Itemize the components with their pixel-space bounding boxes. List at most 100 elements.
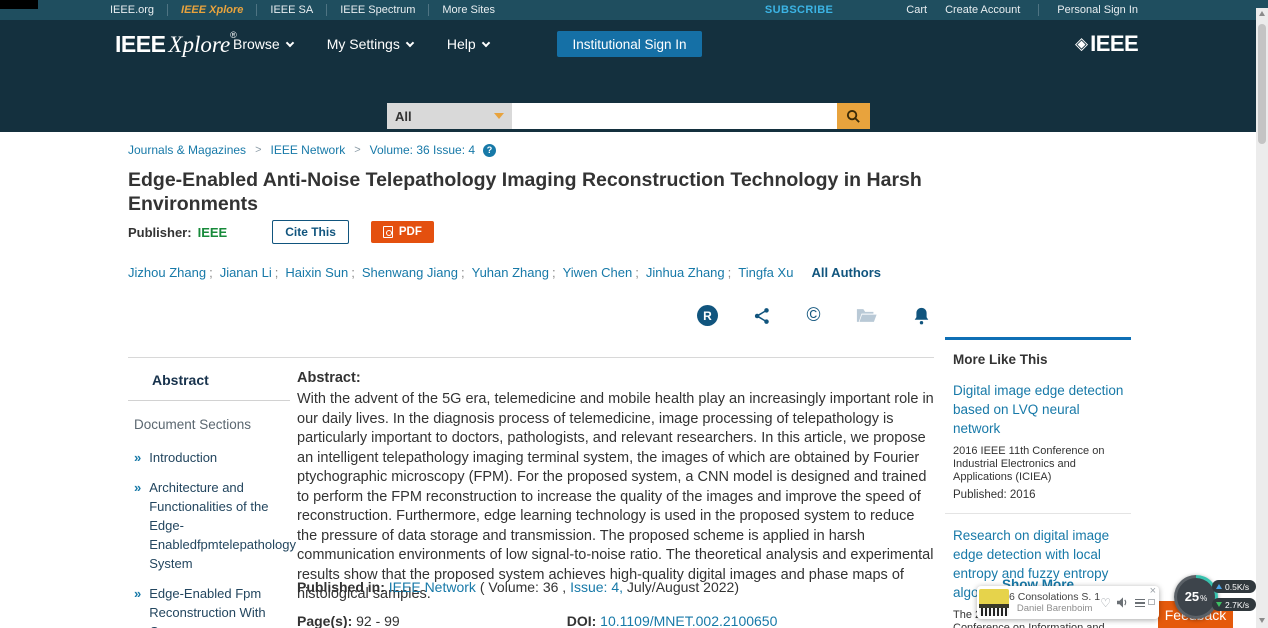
published-in-label: Published in: [297,579,385,595]
cite-this-button[interactable]: Cite This [272,220,349,244]
nav-browse-label: Browse [233,36,280,52]
advanced-search-link[interactable]: ADVANCED SEARCH [660,135,870,146]
publisher-name[interactable]: IEEE [198,225,228,240]
scroll-up-arrow-icon[interactable] [1259,11,1265,16]
header-nav: Browse My Settings Help [233,36,489,52]
playlist-icon[interactable] [1135,599,1145,607]
breadcrumb-ieee-network[interactable]: IEEE Network [271,143,346,157]
topbar-link-ieee-org[interactable]: IEEE.org [97,4,167,16]
article-metrics-row: Page(s): 92 - 99 DOI: 10.1109/MNET.002.2… [297,613,937,628]
author-link[interactable]: Jianan Li [220,265,272,280]
search-bar: All [387,103,870,129]
doi-link[interactable]: 10.1109/MNET.002.2100650 [600,613,777,628]
author-link[interactable]: Jizhou Zhang [128,265,206,280]
author-link[interactable]: Jinhua Zhang [646,265,725,280]
author-link[interactable]: Haixin Sun [285,265,348,280]
author-link[interactable]: Yiwen Chen [563,265,633,280]
page-title: Edge-Enabled Anti-Noise Telepathology Im… [128,168,928,216]
author-link[interactable]: Tingfa Xu [738,265,793,280]
section-link-fpm-reconstruction[interactable]: » Edge-Enabled Fpm Reconstruction With C… [134,584,290,628]
date-text: July/August 2022) [627,579,739,595]
topbar-link-more-sites[interactable]: More Sites [428,4,508,16]
author-link[interactable]: Shenwang Jiang [362,265,458,280]
cart-link[interactable]: Cart [906,4,927,16]
upload-arrow-icon [1216,584,1222,589]
topbar-link-ieee-xplore[interactable]: IEEE Xplore [167,4,256,16]
more-like-this-title: More Like This [953,352,1131,367]
topbar-link-ieee-spectrum[interactable]: IEEE Spectrum [326,4,428,16]
mini-player-icon[interactable] [1148,599,1155,605]
folder-icon[interactable] [856,307,878,324]
ieee-xplore-page: IEEE.org IEEE Xplore IEEE SA IEEE Spectr… [0,0,1268,628]
media-player-overlay[interactable]: 6 Consolations S. 1/2 Daniel Barenboim ♡… [977,586,1159,619]
document-action-icons: R © [697,305,930,326]
pages-label: Page(s): [297,613,352,628]
institutional-sign-in-button[interactable]: Institutional Sign In [557,31,702,57]
issue-link[interactable]: Issue: 4, [570,579,623,595]
breadcrumb: Journals & Magazines > IEEE Network > Vo… [128,143,496,157]
net-speed-circle-widget[interactable]: 25 % [1174,575,1218,619]
related-article-link[interactable]: Digital image edge detection based on LV… [953,381,1125,438]
search-input[interactable] [512,103,837,129]
section-link-architecture[interactable]: » Architecture and Functionalities of th… [134,478,290,573]
share-icon[interactable] [753,307,771,325]
subscribe-link[interactable]: SUBSCRIBE [765,4,833,16]
help-question-icon[interactable]: ? [483,144,496,157]
search-scope-dropdown[interactable]: All [387,103,512,129]
ieee-xplore-logo[interactable]: IEEEXplore® [115,30,237,58]
content-divider [128,357,934,358]
close-icon[interactable]: × [1150,586,1156,597]
nav-browse[interactable]: Browse [233,36,293,52]
all-authors-link[interactable]: All Authors [811,265,881,280]
author-separator: ; [461,265,465,280]
copyright-icon[interactable]: © [807,306,821,326]
topbar-account-links: SUBSCRIBE Cart Create Account Personal S… [765,4,1138,16]
topbar-site-links: IEEE.org IEEE Xplore IEEE SA IEEE Spectr… [97,4,508,16]
scroll-down-arrow-icon[interactable] [1259,618,1265,623]
logo-ieee-text: IEEE [115,31,165,57]
net-percent-symbol: % [1200,594,1207,603]
tab-abstract[interactable]: Abstract [128,368,290,401]
net-percent-value: 25 [1185,589,1199,604]
vertical-scrollbar[interactable] [1256,8,1268,628]
author-separator: ; [351,265,355,280]
upload-speed-value: 0.5K/s [1225,582,1249,592]
main-header: IEEEXplore® Browse My Settings Help Inst… [0,20,1268,132]
scrollbar-thumb[interactable] [1258,24,1266,144]
published-in-line: Published in: IEEE Network ( Volume: 36 … [297,579,739,595]
chevron-down-icon [481,38,489,46]
upload-speed-badge: 0.5K/s [1212,580,1256,593]
double-chevron-icon: » [134,584,141,628]
nav-help[interactable]: Help [447,36,489,52]
alerts-bell-icon[interactable] [913,306,930,325]
download-speed-value: 2.7K/s [1225,600,1249,610]
author-link[interactable]: Yuhan Zhang [472,265,549,280]
dropdown-arrow-icon [494,113,504,119]
section-link-introduction[interactable]: » Introduction [134,448,290,467]
ieee-brand-logo[interactable]: ◈ IEEE [1075,31,1138,57]
nav-my-settings[interactable]: My Settings [327,36,413,52]
journal-link[interactable]: IEEE Network [389,579,476,595]
breadcrumb-separator: > [354,144,360,156]
rights-icon[interactable]: R [697,305,718,326]
search-button[interactable] [837,103,870,129]
doi-label: DOI: [567,613,597,628]
topbar-divider [1038,4,1039,16]
section-label: Introduction [149,448,217,467]
double-chevron-icon: » [134,478,141,573]
corner-artifact [0,0,38,9]
volume-text: ( Volume: 36 , [480,579,566,595]
media-track-title: 6 Consolations S. 1/2 [1009,591,1100,603]
favorite-heart-icon[interactable]: ♡ [1100,596,1111,610]
pdf-button[interactable]: PDF [371,221,434,243]
breadcrumb-journals[interactable]: Journals & Magazines [128,143,246,157]
top-utility-bar: IEEE.org IEEE Xplore IEEE SA IEEE Spectr… [0,0,1268,20]
create-account-link[interactable]: Create Account [945,4,1020,16]
search-icon [846,109,861,124]
volume-speaker-icon[interactable] [1117,597,1129,608]
publisher-label: Publisher: [128,225,192,240]
breadcrumb-volume-issue[interactable]: Volume: 36 Issue: 4 [370,143,475,157]
search-scope-value: All [395,109,412,124]
topbar-link-ieee-sa[interactable]: IEEE SA [256,4,326,16]
personal-sign-in-link[interactable]: Personal Sign In [1057,4,1138,16]
